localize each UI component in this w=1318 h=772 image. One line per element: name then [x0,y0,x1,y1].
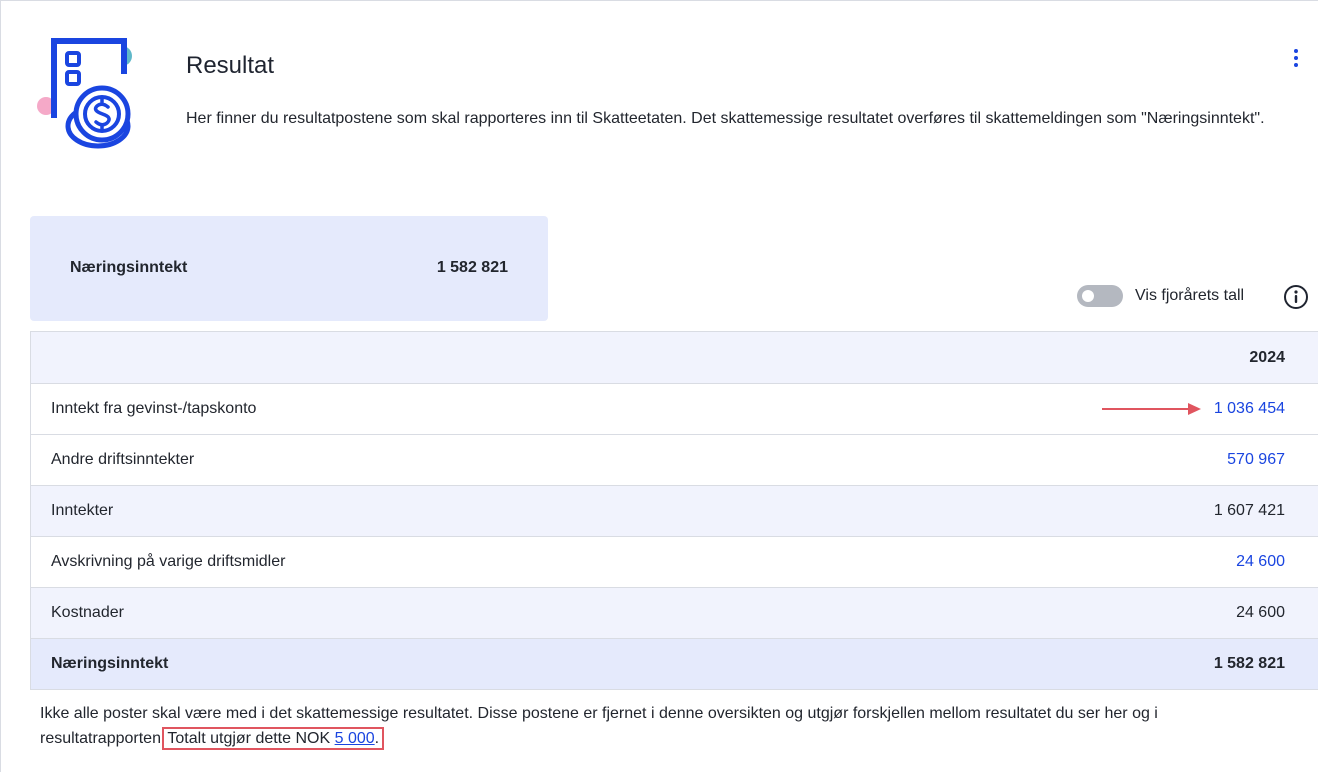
previous-year-toggle-group: Vis fjorårets tall [1077,285,1244,307]
info-icon[interactable] [1283,284,1309,310]
table-header-row: 2024 [31,332,1318,383]
row-label: Næringsinntekt [51,655,169,672]
row-label: Avskrivning på varige driftsmidler [51,553,286,570]
row-label: Inntekter [51,502,114,519]
toggle-label: Vis fjorårets tall [1135,287,1245,304]
more-vertical-icon [1294,49,1298,53]
table-row: Andre driftsinntekter 570 967 [31,434,1318,485]
result-table: 2024 Inntekt fra gevinst-/tapskonto 1 03… [30,331,1318,690]
table-row-subtotal: Kostnader 24 600 [31,587,1318,638]
more-options-button[interactable] [1284,44,1308,72]
footnote: Ikke alle poster skal være med i det ska… [40,701,1315,751]
total-amount-link[interactable]: 5 000 [335,730,375,747]
row-value-link[interactable]: 1 036 454 [1214,400,1285,418]
table-row-total: Næringsinntekt 1 582 821 [31,638,1318,689]
row-value-link[interactable]: 24 600 [1236,553,1285,571]
summary-value: 1 582 821 [436,259,508,276]
row-value: 24 600 [1236,604,1285,621]
toggle-knob [1082,290,1094,302]
row-label: Andre driftsinntekter [51,451,195,468]
row-label: Kostnader [51,604,124,621]
row-value-link[interactable]: 570 967 [1227,451,1285,469]
page-title: Resultat [186,52,275,79]
arrow-right-annotation [1101,403,1201,415]
row-value: 1 582 821 [1213,655,1285,672]
summary-label: Næringsinntekt [70,259,188,276]
page-description: Her finner du resultatpostene som skal r… [186,110,1265,127]
row-value: 1 607 421 [1213,502,1285,519]
table-row-subtotal: Inntekter 1 607 421 [31,485,1318,536]
summary-card: Næringsinntekt 1 582 821 [30,216,548,321]
row-label: Inntekt fra gevinst-/tapskonto [51,400,257,417]
building-coin-icon [37,38,132,149]
year-column-header: 2024 [1249,348,1285,366]
previous-year-toggle[interactable] [1077,285,1123,307]
table-row: Inntekt fra gevinst-/tapskonto 1 036 454 [31,383,1318,434]
total-highlight: Totalt utgjør dette NOK 5 000. [162,727,385,750]
table-row: Avskrivning på varige driftsmidler 24 60… [31,536,1318,587]
